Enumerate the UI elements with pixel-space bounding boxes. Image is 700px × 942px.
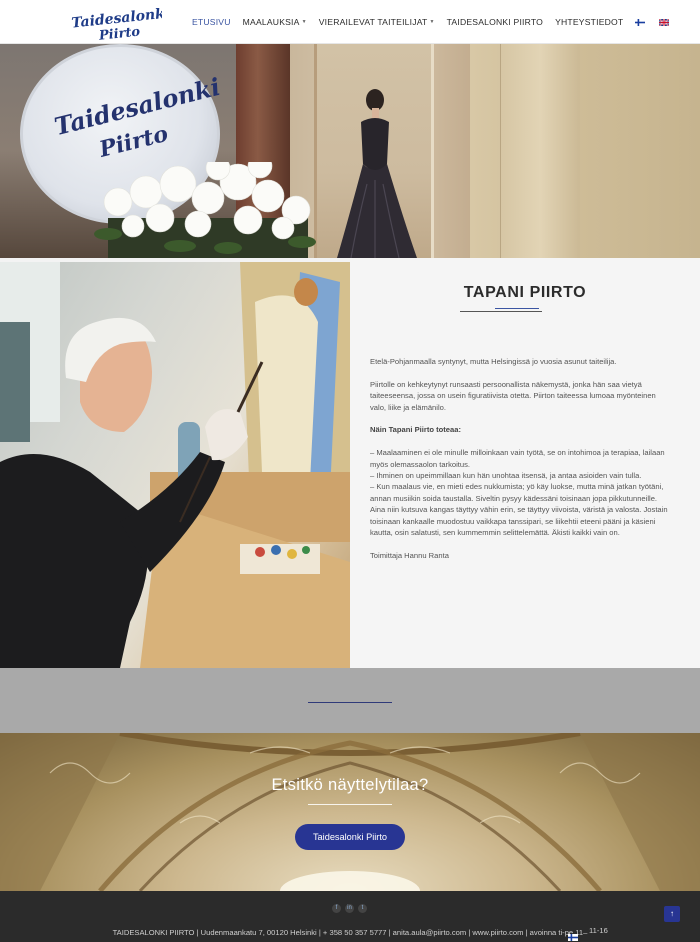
- chevron-down-icon: ▼: [301, 19, 307, 25]
- site-header: Taidesalonki Piirto ETUSIVU MAALAUKSIA ▼…: [0, 0, 700, 44]
- chevron-down-icon: ▼: [429, 19, 435, 25]
- finnish-flag-icon[interactable]: [635, 18, 646, 26]
- cta-title: Etsitkö näyttelytilaa?: [271, 776, 429, 794]
- artist-bio: Etelä-Pohjanmaalla syntynyt, mutta Helsi…: [370, 356, 670, 573]
- artist-title: TAPANI PIIRTO: [463, 284, 587, 301]
- nav-item-etusivu[interactable]: ETUSIVU: [192, 17, 231, 27]
- artist-section: TAPANI PIIRTO Etelä-Pohjanmaalla syntyny…: [0, 258, 700, 668]
- finnish-flag-icon: [568, 934, 578, 941]
- page: Taidesalonki Piirto ETUSIVU MAALAUKSIA ▼…: [0, 0, 700, 942]
- cta-divider: [308, 804, 392, 805]
- artist-bio-panel: TAPANI PIIRTO Etelä-Pohjanmaalla syntyny…: [350, 258, 700, 668]
- nav-item-yhteystiedot[interactable]: YHTEYSTIEDOT: [555, 17, 623, 27]
- band-divider-line: [308, 702, 392, 703]
- footer-hours: 11-16: [589, 926, 608, 935]
- quote-heading: Näin Tapani Piirto toteaa:: [370, 425, 461, 435]
- bio-paragraph: Piirtolle on kehkeytynyt runsaasti perso…: [370, 379, 656, 412]
- social-links: f in t: [332, 904, 371, 913]
- nav-item-label: TAIDESALONKI PIIRTO: [446, 17, 544, 27]
- taidesalonki-piirto-button[interactable]: Taidesalonki Piirto: [295, 824, 405, 850]
- nav-item-label: YHTEYSTIEDOT: [555, 17, 624, 27]
- nav-item-taidesalonki-piirto[interactable]: TAIDESALONKI PIIRTO: [447, 17, 543, 27]
- english-flag-icon[interactable]: [659, 18, 670, 26]
- nav-item-maalauksia[interactable]: MAALAUKSIA ▼: [243, 17, 307, 27]
- divider-band: [0, 668, 700, 733]
- flower-bouquet: [94, 162, 316, 258]
- title-divider: [460, 311, 542, 312]
- hero-banner: Taidesalonki Piirto: [0, 44, 700, 258]
- quote-line: – Kun maalaus vie, en mieti edes nukkumi…: [370, 482, 668, 538]
- title-accent-line: [495, 308, 539, 309]
- site-logo[interactable]: Taidesalonki Piirto: [70, 8, 162, 42]
- nav-item-label: ETUSIVU: [192, 17, 231, 27]
- main-nav: ETUSIVU MAALAUKSIA ▼ VIERAILEVAT TAITEIL…: [192, 0, 683, 44]
- nav-item-label: VIERAILEVAT TAITEILIJAT: [318, 17, 428, 27]
- facebook-icon[interactable]: f: [332, 904, 341, 913]
- ceiling-background: [0, 733, 700, 891]
- dancer-painting: [314, 44, 434, 258]
- bio-paragraph: Etelä-Pohjanmaalla syntynyt, mutta Helsi…: [370, 357, 617, 366]
- artist-photo: [0, 262, 350, 668]
- article-signature: Toimittaja Hannu Ranta: [370, 550, 449, 560]
- exhibition-space-cta: Etsitkö näyttelytilaa? Taidesalonki Piir…: [0, 733, 700, 891]
- quote-line: – Ihminen on upeimmillaan kun hän unohta…: [370, 471, 642, 481]
- nav-item-label: MAALAUKSIA: [242, 17, 300, 27]
- linkedin-icon[interactable]: in: [345, 904, 354, 913]
- twitter-icon[interactable]: t: [358, 904, 367, 913]
- back-to-top-button[interactable]: ↑: [664, 906, 680, 922]
- nav-item-vierailevat-taiteilijat[interactable]: VIERAILEVAT TAITEILIJAT ▼: [319, 17, 435, 27]
- quote-line: – Maalaaminen ei ole minulle milloinkaan…: [370, 448, 665, 469]
